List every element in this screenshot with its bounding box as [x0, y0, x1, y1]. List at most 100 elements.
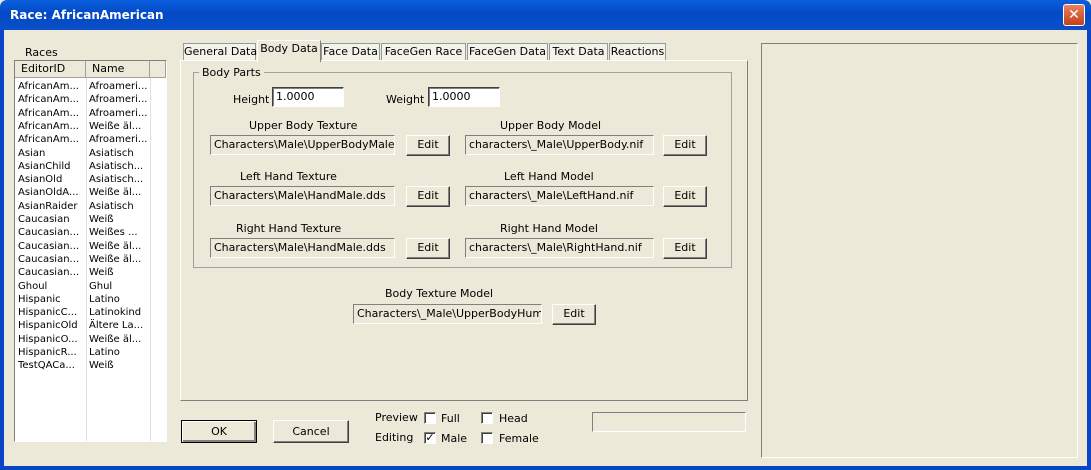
- list-item[interactable]: Caucasian... Weiß: [15, 266, 166, 279]
- list-item[interactable]: HispanicO... Weiße äl...: [15, 333, 166, 346]
- head-checkbox[interactable]: [481, 412, 493, 424]
- window-title: Race: AfricanAmerican: [10, 8, 164, 22]
- race-editorid: HispanicOld: [18, 320, 78, 332]
- height-label: Height: [233, 93, 270, 106]
- list-item[interactable]: Caucasian Weiß: [15, 213, 166, 226]
- title-bar: Race: AfricanAmerican ✕: [0, 0, 1091, 30]
- column-header-name[interactable]: Name: [86, 61, 150, 78]
- list-item[interactable]: AsianRaider Asiatisch: [15, 200, 166, 213]
- list-item[interactable]: Hispanic Latino: [15, 293, 166, 306]
- race-name: Asiatisch...: [89, 160, 144, 172]
- list-item[interactable]: AfricanAm... Afroameri...: [15, 93, 166, 106]
- female-label: Female: [499, 432, 539, 445]
- height-input[interactable]: 1.0000: [272, 87, 344, 107]
- right-hand-model-field[interactable]: characters\_Male\RightHand.nif: [465, 238, 654, 258]
- ok-button[interactable]: OK: [181, 420, 257, 443]
- tab-face-data[interactable]: Face Data: [321, 43, 380, 61]
- list-item[interactable]: AsianOldA... Weiße äl...: [15, 186, 166, 199]
- race-name: Weiße äl...: [89, 120, 142, 132]
- race-editorid: Caucasian...: [18, 240, 80, 252]
- male-checkbox[interactable]: ✓: [424, 432, 436, 444]
- race-editorid: Ghoul: [18, 280, 48, 292]
- list-item[interactable]: HispanicC... Latinokind: [15, 306, 166, 319]
- column-header-spacer: [150, 61, 166, 78]
- right-hand-model-edit-button[interactable]: Edit: [663, 238, 707, 259]
- list-item[interactable]: Caucasian... Weißes ...: [15, 226, 166, 239]
- list-item[interactable]: AfricanAm... Afroameri...: [15, 80, 166, 93]
- list-item[interactable]: Caucasian... Weiße äl...: [15, 253, 166, 266]
- list-item[interactable]: AsianChild Asiatisch...: [15, 160, 166, 173]
- body-texture-model-field[interactable]: Characters\_Male\UpperBodyHuman: [353, 304, 542, 324]
- list-item[interactable]: Caucasian... Weiße äl...: [15, 240, 166, 253]
- left-hand-texture-edit-button[interactable]: Edit: [406, 186, 450, 207]
- upper-body-model-field[interactable]: characters\_Male\UpperBody.nif: [465, 135, 654, 155]
- right-hand-model-label: Right Hand Model: [500, 222, 598, 235]
- tab-text-data[interactable]: Text Data: [549, 43, 608, 61]
- right-hand-texture-label: Right Hand Texture: [236, 222, 342, 235]
- race-name: Weiß: [89, 267, 114, 279]
- race-editorid: Caucasian...: [18, 253, 80, 265]
- left-hand-model-field[interactable]: characters\_Male\LeftHand.nif: [465, 186, 654, 206]
- list-item[interactable]: AsianOld Asiatisch...: [15, 173, 166, 186]
- race-name: Weiße äl...: [89, 333, 142, 345]
- female-checkbox[interactable]: [481, 432, 493, 444]
- list-item[interactable]: Asian Asiatisch: [15, 147, 166, 160]
- race-name: Asiatisch: [89, 147, 134, 159]
- close-icon: ✕: [1068, 7, 1080, 23]
- list-item[interactable]: AfricanAm... Afroameri...: [15, 107, 166, 120]
- race-editorid: Caucasian: [18, 214, 70, 225]
- list-item[interactable]: AfricanAm... Afroameri...: [15, 133, 166, 146]
- race-name: Asiatisch: [89, 200, 134, 212]
- race-name: Weiße äl...: [89, 240, 142, 252]
- body-texture-model-edit-button[interactable]: Edit: [552, 304, 596, 325]
- left-hand-model-label: Left Hand Model: [504, 170, 594, 183]
- head-label: Head: [499, 412, 528, 425]
- tab-facegen-race[interactable]: FaceGen Race: [381, 43, 466, 61]
- race-name: Asiatisch...: [89, 174, 144, 186]
- list-item[interactable]: HispanicR... Latino: [15, 346, 166, 359]
- race-editorid: TestQACa...: [18, 360, 75, 372]
- race-editorid: AsianOld: [18, 174, 63, 186]
- race-editorid: Asian: [18, 147, 46, 159]
- right-hand-texture-edit-button[interactable]: Edit: [406, 238, 450, 259]
- male-label: Male: [441, 432, 468, 445]
- race-name: Afroameri...: [89, 81, 148, 92]
- race-editorid: AsianRaider: [18, 200, 78, 212]
- race-name: Ghul: [89, 280, 113, 292]
- weight-label: Weight: [386, 93, 425, 106]
- preview-label: Preview: [375, 411, 418, 424]
- tab-body-data[interactable]: Body Data: [257, 40, 321, 62]
- list-item[interactable]: Ghoul Ghul: [15, 280, 166, 293]
- upper-body-texture-field[interactable]: Characters\Male\UpperBodyMale.dds: [210, 135, 395, 155]
- list-item[interactable]: AfricanAm... Weiße äl...: [15, 120, 166, 133]
- race-name: Latino: [89, 293, 120, 305]
- full-checkbox[interactable]: [424, 412, 436, 424]
- window-frame-left: [0, 30, 4, 470]
- race-name: Afroameri...: [89, 94, 148, 106]
- race-name: Weiß: [89, 214, 114, 225]
- close-button[interactable]: ✕: [1063, 4, 1085, 26]
- tab-reactions[interactable]: Reactions: [609, 43, 666, 61]
- left-hand-model-edit-button[interactable]: Edit: [663, 186, 707, 207]
- race-editorid: Hispanic: [18, 293, 61, 305]
- race-editorid: AfricanAm...: [18, 134, 79, 146]
- upper-body-model-edit-button[interactable]: Edit: [663, 135, 707, 156]
- cancel-button[interactable]: Cancel: [273, 420, 349, 443]
- upper-body-texture-edit-button[interactable]: Edit: [406, 135, 450, 156]
- right-hand-texture-field[interactable]: Characters\Male\HandMale.dds: [210, 238, 395, 258]
- weight-input[interactable]: 1.0000: [428, 87, 500, 107]
- race-name: Weiß: [89, 360, 114, 372]
- races-list[interactable]: EditorID Name AfricanAm... Afroameri... Af…: [14, 60, 167, 442]
- list-item[interactable]: HispanicOld Ältere La...: [15, 319, 166, 332]
- race-editorid: AfricanAm...: [18, 81, 79, 92]
- list-item[interactable]: TestQACa... Weiß: [15, 359, 166, 372]
- tab-general-data[interactable]: General Data: [183, 43, 257, 61]
- window-frame-bottom: [0, 466, 1091, 470]
- race-editorid: AfricanAm...: [18, 120, 79, 132]
- preview-pane[interactable]: [761, 43, 1078, 458]
- race-name: Ältere La...: [89, 320, 144, 332]
- left-hand-texture-field[interactable]: Characters\Male\HandMale.dds: [210, 186, 395, 206]
- column-header-editorid[interactable]: EditorID: [15, 61, 86, 78]
- tab-facegen-data[interactable]: FaceGen Data: [467, 43, 548, 61]
- race-editorid: HispanicR...: [18, 347, 77, 358]
